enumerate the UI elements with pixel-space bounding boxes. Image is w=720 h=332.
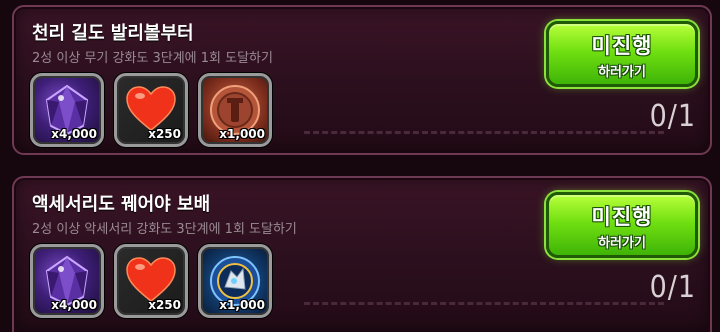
quest-description: 2성 이상 무기 강화도 3단계에 1회 도달하기 [32,51,273,66]
reward-slot-heart[interactable]: x250 [114,73,188,147]
reward-slot-heart[interactable]: x250 [114,244,188,318]
reward-slot-gem[interactable]: x4,000 [30,73,104,147]
reward-slot-emblem[interactable]: x1,000 [198,244,272,318]
reward-quantity: x1,000 [219,298,265,312]
go-to-quest-button[interactable]: 미진행 하러가기 [546,21,698,87]
progress-track [304,131,664,134]
reward-quantity: x1,000 [219,127,265,141]
reward-quantity: x4,000 [51,298,97,312]
button-status-label: 미진행 [591,34,653,58]
go-to-quest-button[interactable]: 미진행 하러가기 [546,192,698,258]
quest-card: 액세서리도 꿰어야 보배 2성 이상 악세서리 강화도 3단계에 1회 도달하기… [12,176,712,332]
reward-slot-gem[interactable]: x4,000 [30,244,104,318]
quest-card: 천리 길도 발리볼부터 2성 이상 무기 강화도 3단계에 1회 도달하기 x4… [12,5,712,155]
quest-progress: 0/1 [649,99,696,134]
reward-quantity: x250 [148,127,181,141]
quest-description: 2성 이상 악세서리 강화도 3단계에 1회 도달하기 [32,222,297,237]
quest-progress: 0/1 [649,270,696,305]
reward-quantity: x250 [148,298,181,312]
quest-title: 액세서리도 꿰어야 보배 [32,194,211,215]
reward-quantity: x4,000 [51,127,97,141]
reward-slot-coin[interactable]: x1,000 [198,73,272,147]
button-sub-label: 하러가기 [598,65,646,80]
button-sub-label: 하러가기 [598,236,646,251]
button-status-label: 미진행 [591,205,653,229]
quest-title: 천리 길도 발리볼부터 [32,23,194,44]
progress-track [304,302,664,305]
